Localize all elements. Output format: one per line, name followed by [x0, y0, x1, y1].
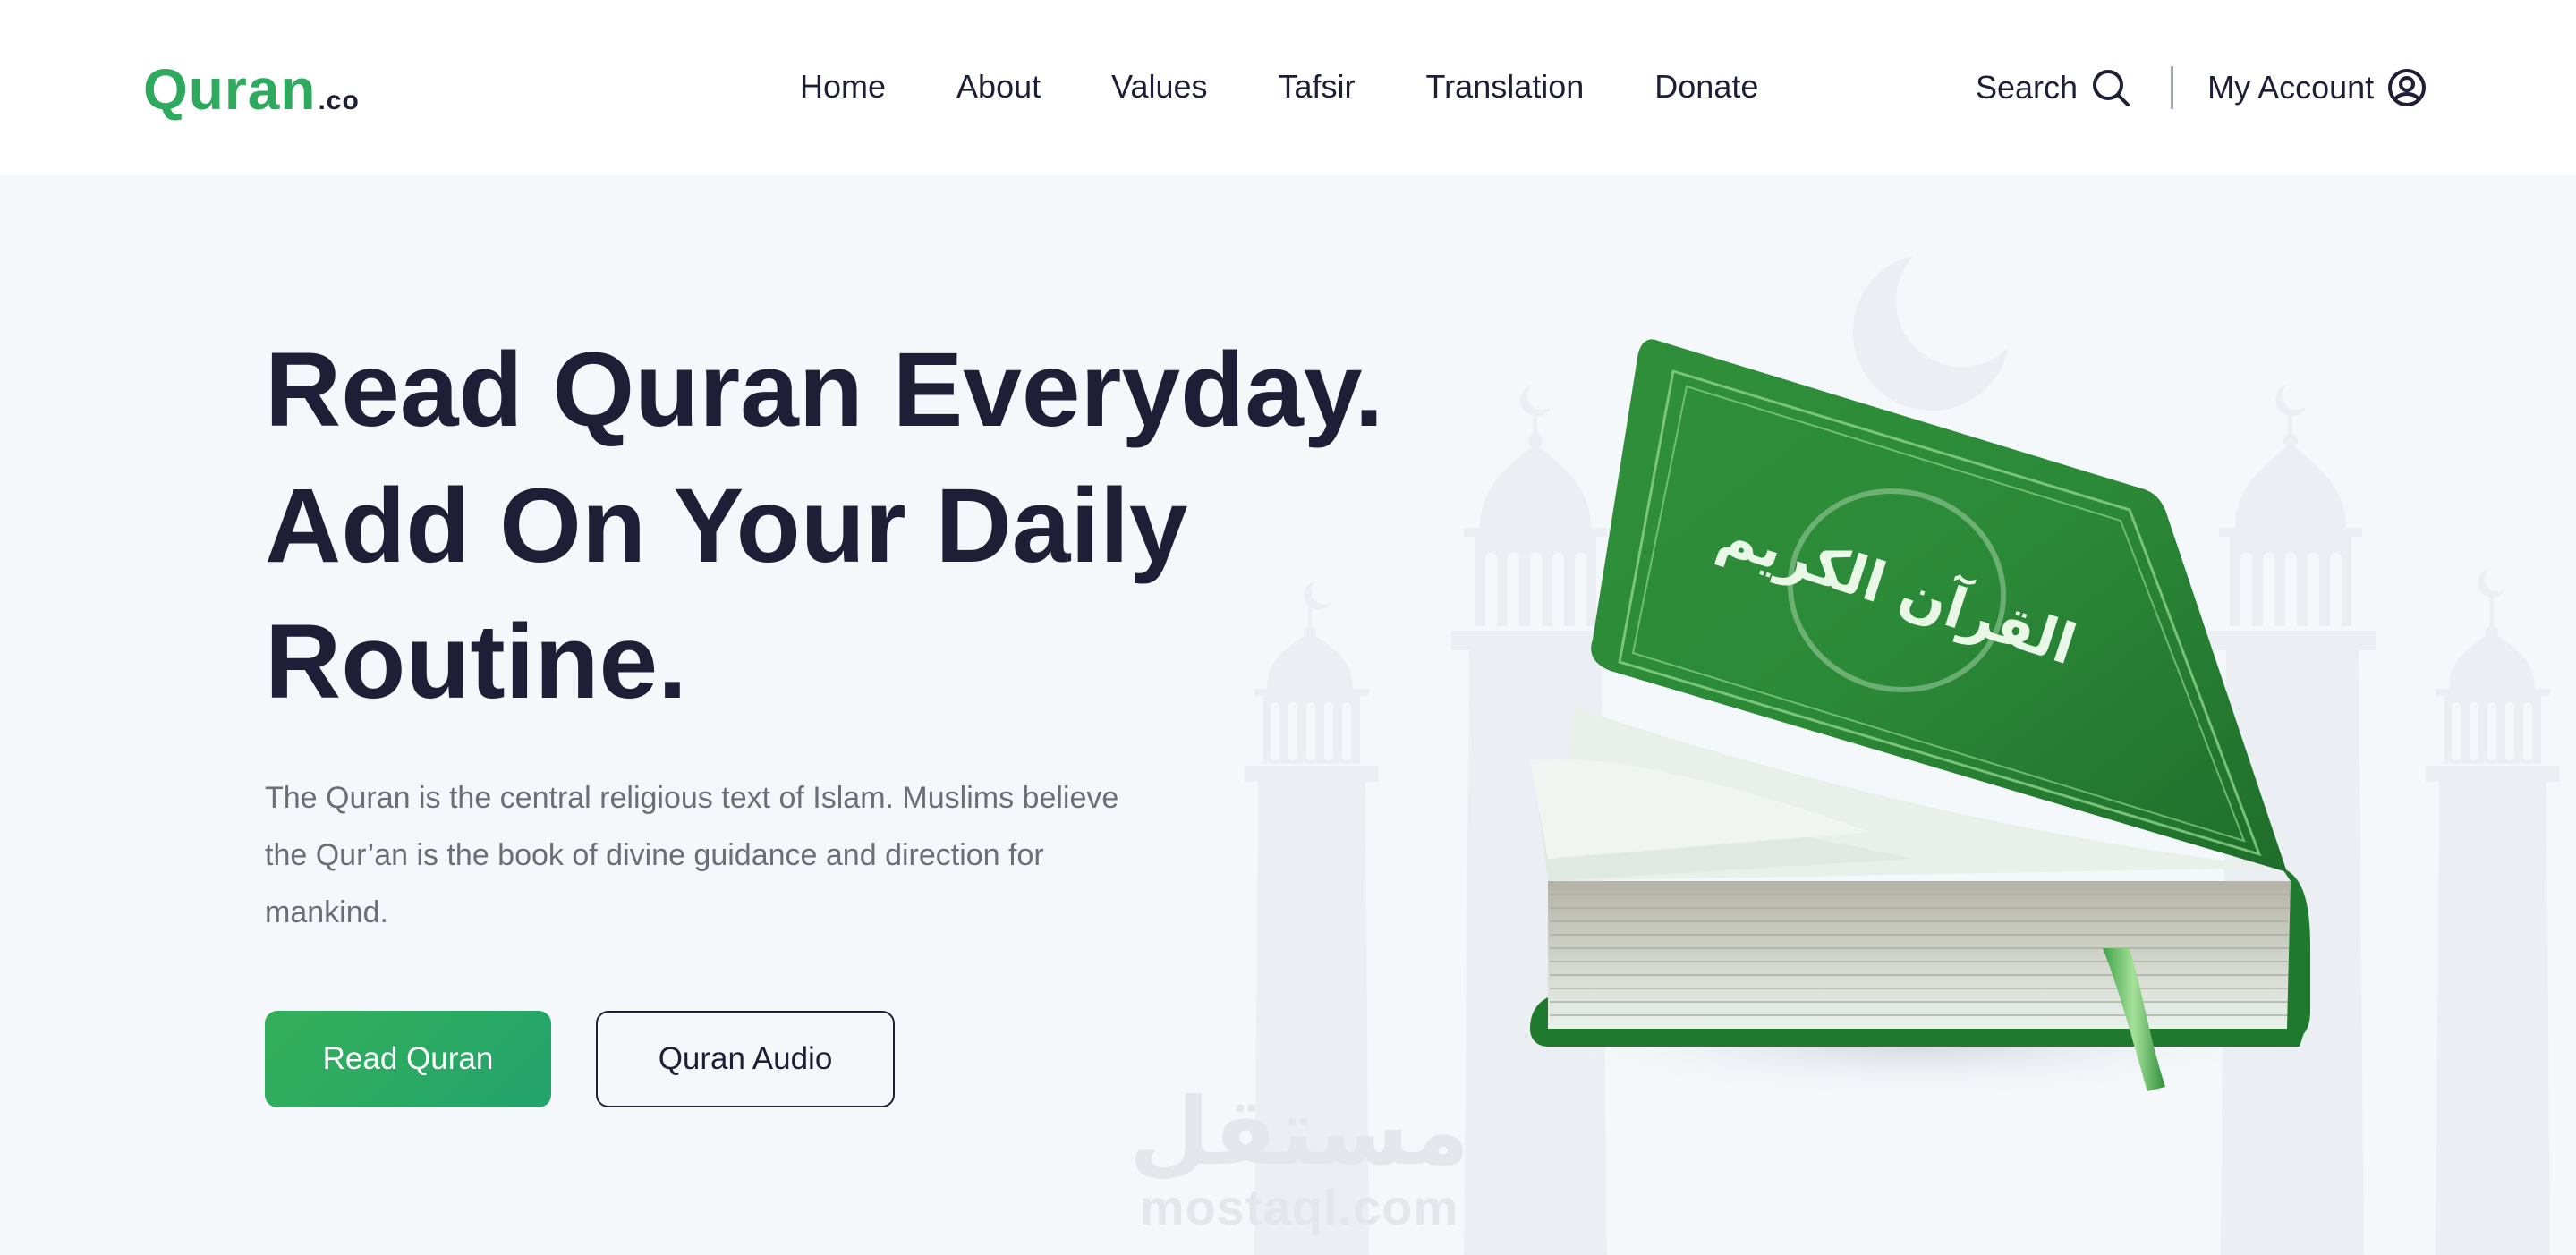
main-nav: Home About Values Tafsir Translation Don… [800, 64, 1758, 109]
nav-tafsir[interactable]: Tafsir [1279, 64, 1356, 109]
headline-line-3: Routine. [265, 603, 687, 721]
search-icon [2090, 67, 2131, 108]
headline-line-2: Add On Your Daily [265, 467, 1188, 585]
watermark-arabic: مستقل [1129, 1077, 1470, 1186]
headline-line-1: Read Quran Everyday. [265, 331, 1384, 449]
hero-description: The Quran is the central religious text … [265, 781, 1119, 929]
hero-headline: Read Quran Everyday. Add On Your Daily R… [265, 322, 1428, 730]
watermark-latin: mostaql.com [1139, 1179, 1459, 1235]
site-header: Quran.co Home About Values Tafsir Transl… [0, 0, 2576, 175]
logo-name: Quran [143, 57, 317, 122]
book-pages [1548, 881, 2291, 1029]
search-label: Search [1976, 69, 2079, 106]
quran-audio-button[interactable]: Quran Audio [596, 1011, 895, 1107]
quran-book-illustration: القرآن الكريم [1512, 331, 2335, 1118]
nav-translation[interactable]: Translation [1426, 64, 1585, 109]
my-account-button[interactable]: My Account [2207, 65, 2427, 110]
nav-home[interactable]: Home [800, 64, 886, 109]
header-divider [2171, 66, 2174, 109]
read-quran-button[interactable]: Read Quran [265, 1011, 551, 1107]
minaret-right-far [2426, 569, 2560, 1255]
logo[interactable]: Quran.co [143, 54, 360, 137]
nav-donate[interactable]: Donate [1654, 64, 1758, 109]
nav-values[interactable]: Values [1111, 64, 1207, 109]
watermark: مستقل mostaql.com [1129, 1082, 1469, 1234]
account-label: My Account [2207, 69, 2375, 106]
logo-tld: .co [318, 86, 360, 115]
search-button[interactable]: Search [1976, 65, 2131, 110]
header-actions: Search My Account [1976, 63, 2427, 113]
nav-about[interactable]: About [956, 64, 1041, 109]
user-circle-icon [2386, 67, 2427, 108]
